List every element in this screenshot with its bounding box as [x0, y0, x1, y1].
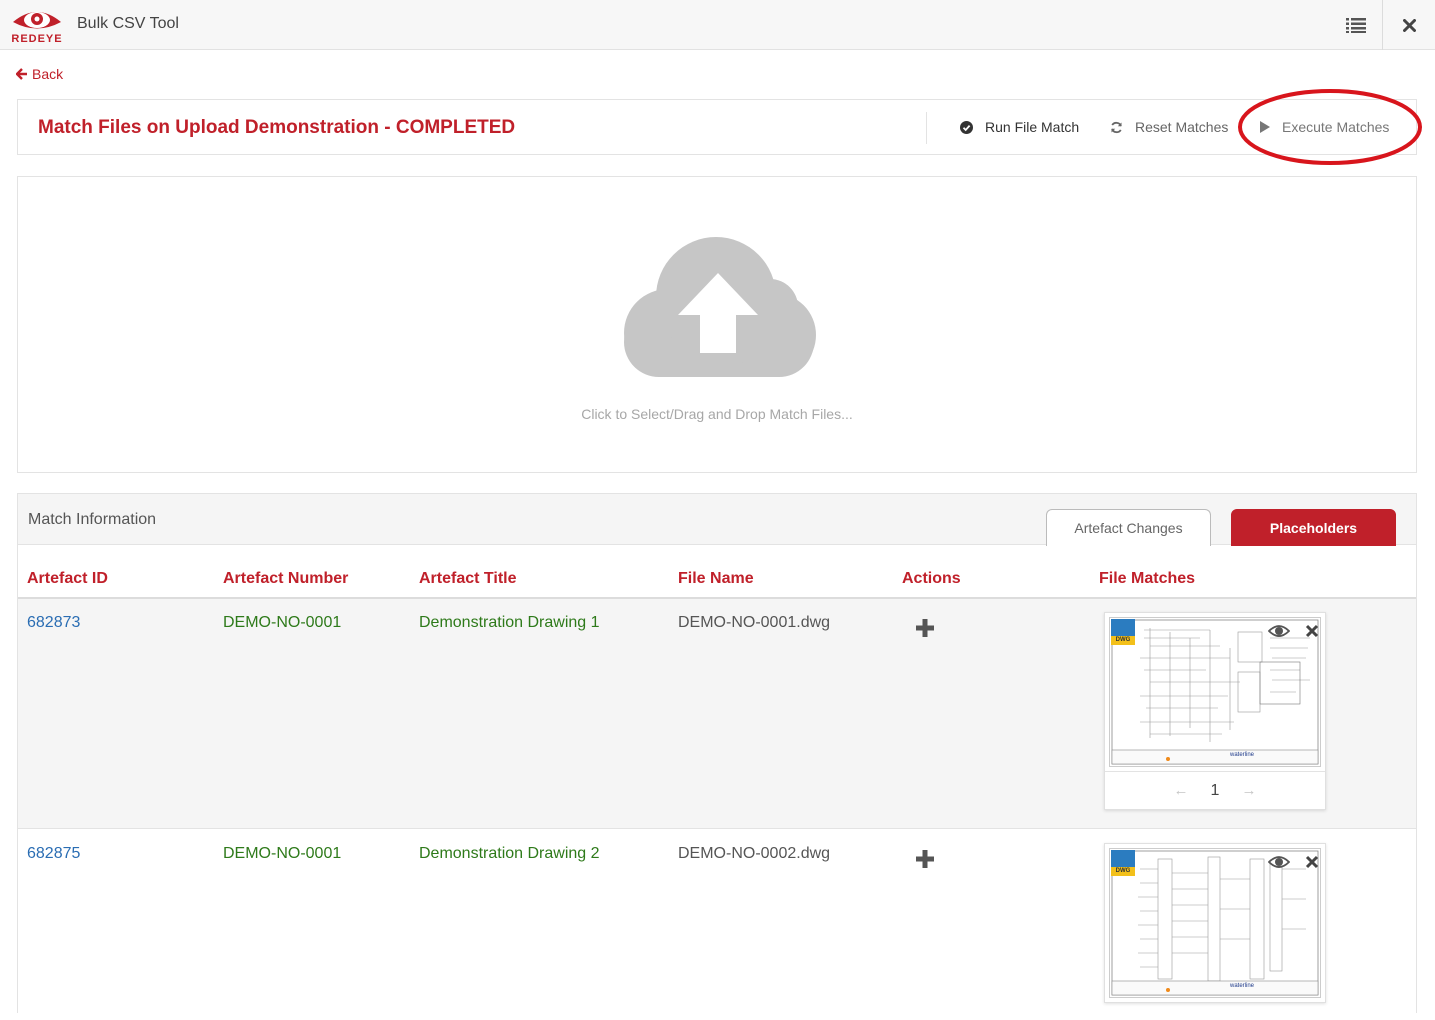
file-match-card: waterline DWG	[1104, 843, 1326, 1003]
arrow-left-icon	[16, 68, 27, 80]
match-information-panel: Match Information Artefact Changes Place…	[17, 493, 1417, 1020]
play-icon	[1260, 121, 1270, 133]
artefact-title: Demonstration Drawing 1	[419, 614, 600, 631]
drawing-preview: waterline	[1111, 619, 1319, 765]
run-file-match-button[interactable]: Run File Match	[960, 119, 1079, 135]
redeye-logo: REDEYE	[11, 5, 63, 45]
upload-hint: Click to Select/Drag and Drop Match File…	[581, 406, 853, 422]
run-file-match-label: Run File Match	[985, 119, 1080, 135]
drawing-preview: waterline	[1111, 850, 1319, 996]
list-button[interactable]	[1330, 0, 1382, 50]
column-header-file-name[interactable]: File Name	[678, 570, 754, 588]
list-icon	[1346, 18, 1366, 33]
arrow-left-icon[interactable]: ←	[1174, 782, 1189, 799]
check-circle-icon	[960, 120, 973, 134]
artefact-title: Demonstration Drawing 2	[419, 845, 600, 862]
execute-matches-button[interactable]: Execute Matches	[1260, 119, 1389, 135]
arrow-right-icon[interactable]: →	[1241, 782, 1256, 799]
header-divider	[926, 112, 927, 144]
artefact-id-link[interactable]: 682873	[27, 614, 80, 632]
match-information-title: Match Information	[28, 511, 157, 528]
reset-matches-button[interactable]: Reset Matches	[1110, 119, 1228, 135]
cloud-upload-icon	[624, 237, 816, 377]
page-title: Match Files on Upload Demonstration - CO…	[38, 117, 516, 138]
svg-text:waterline: waterline	[1229, 983, 1255, 989]
file-name: DEMO-NO-0001.dwg	[678, 614, 831, 631]
drawing-thumbnail[interactable]: waterline DWG	[1109, 848, 1321, 998]
tab-artefact-changes[interactable]: Artefact Changes	[1046, 509, 1211, 546]
execute-matches-label: Execute Matches	[1282, 119, 1390, 135]
match-information-header: Match Information Artefact Changes Place…	[18, 494, 1416, 546]
column-header-file-matches: File Matches	[1099, 570, 1196, 587]
dwg-badge-label: DWG	[1111, 867, 1135, 876]
column-header-artefact-title[interactable]: Artefact Title	[419, 570, 517, 588]
plus-icon[interactable]	[914, 617, 936, 639]
dwg-file-badge: DWG	[1111, 850, 1135, 876]
top-bar: REDEYE Bulk CSV Tool	[0, 0, 1435, 50]
plus-icon[interactable]	[914, 848, 936, 870]
svg-text:REDEYE: REDEYE	[11, 33, 62, 45]
upload-dropzone[interactable]: Click to Select/Drag and Drop Match File…	[17, 176, 1417, 473]
eye-icon[interactable]	[1268, 854, 1290, 870]
tab-placeholders[interactable]: Placeholders	[1231, 509, 1396, 546]
close-icon	[1402, 18, 1416, 32]
artefact-id-link[interactable]: 682875	[27, 845, 80, 863]
close-button[interactable]	[1382, 0, 1435, 50]
dwg-file-badge: DWG	[1111, 619, 1135, 645]
drawing-thumbnail[interactable]: waterline DWG	[1109, 617, 1321, 767]
page-number: 1	[1210, 781, 1220, 799]
table-row: 682875 DEMO-NO-0001 Demonstration Drawin…	[18, 830, 1416, 1020]
job-header: Match Files on Upload Demonstration - CO…	[17, 99, 1417, 155]
eye-icon[interactable]	[1268, 623, 1290, 639]
app-title: Bulk CSV Tool	[77, 15, 179, 32]
match-pager: ← 1 →	[1105, 771, 1325, 809]
artefact-number: DEMO-NO-0001	[223, 614, 342, 631]
reset-matches-label: Reset Matches	[1135, 119, 1229, 135]
table-row: 682873 DEMO-NO-0001 Demonstration Drawin…	[18, 599, 1416, 829]
back-link[interactable]: Back	[16, 66, 63, 82]
dwg-badge-label: DWG	[1111, 636, 1135, 645]
x-icon[interactable]	[1305, 855, 1319, 869]
column-header-artefact-id[interactable]: Artefact ID	[27, 570, 108, 588]
refresh-icon	[1111, 121, 1122, 133]
x-icon[interactable]	[1305, 624, 1319, 638]
column-header-artefact-number[interactable]: Artefact Number	[223, 570, 348, 588]
svg-text:waterline: waterline	[1229, 752, 1255, 758]
artefact-number: DEMO-NO-0001	[223, 845, 342, 862]
file-match-card: waterline DWG ← 1 →	[1104, 612, 1326, 810]
column-header-actions: Actions	[902, 570, 961, 587]
back-label: Back	[32, 66, 64, 82]
file-name: DEMO-NO-0002.dwg	[678, 845, 831, 862]
